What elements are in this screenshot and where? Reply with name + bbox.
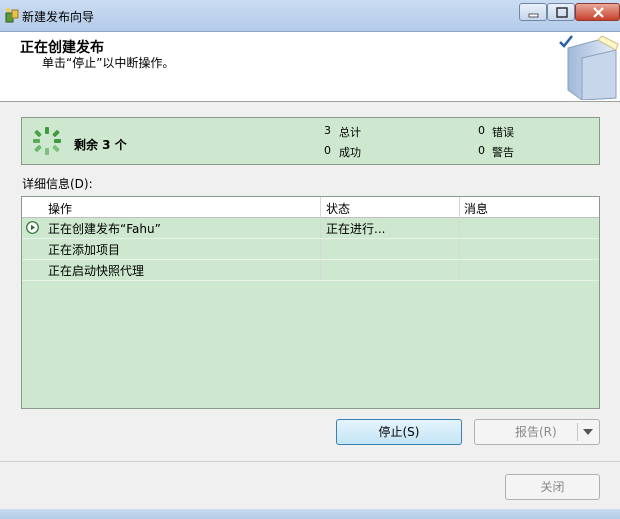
book-icon: [559, 35, 619, 100]
row-action: 正在启动快照代理: [48, 264, 145, 278]
footer-divider: [0, 461, 620, 462]
row-action: 正在创建发布“Fahu”: [48, 222, 161, 236]
total-count: 3: [324, 124, 331, 137]
report-button[interactable]: 报告(R): [474, 419, 600, 445]
window-title: 新建发布向导: [22, 10, 95, 24]
close-window-button[interactable]: [575, 3, 620, 21]
error-label: 错误: [492, 126, 514, 139]
page-subtitle: 单击“停止”以中断操作。: [42, 56, 175, 70]
report-button-label: 报告(R): [515, 425, 557, 439]
progress-summary: 剩余 3 个 3 总计 0 成功 0 错误 0 警告: [21, 117, 600, 165]
wizard-header: 正在创建发布 单击“停止”以中断操作。: [0, 32, 620, 102]
wizard-icon: [5, 8, 19, 23]
dropdown-arrow-icon: [583, 429, 593, 435]
success-label: 成功: [339, 146, 361, 159]
warning-count: 0: [478, 144, 485, 157]
column-header-message[interactable]: 消息: [464, 200, 488, 217]
maximize-button[interactable]: [547, 3, 575, 21]
remaining-count: 剩余 3 个: [74, 138, 127, 152]
table-row[interactable]: 正在启动快照代理: [22, 259, 599, 281]
error-count: 0: [478, 124, 485, 137]
table-row[interactable]: 正在添加项目: [22, 238, 599, 260]
details-table[interactable]: 操作 状态 消息 正在创建发布“Fahu” 正在进行... 正在添加项目 正在启…: [21, 196, 600, 409]
table-row[interactable]: 正在创建发布“Fahu” 正在进行...: [22, 217, 599, 239]
stop-button[interactable]: 停止(S): [336, 419, 462, 445]
minimize-button[interactable]: [519, 3, 547, 21]
total-label: 总计: [339, 126, 361, 139]
minimize-icon: [528, 13, 539, 18]
split-divider: [577, 423, 578, 441]
row-status: 正在进行...: [326, 222, 386, 236]
row-action: 正在添加项目: [48, 243, 121, 257]
column-header-action[interactable]: 操作: [48, 200, 72, 217]
table-header: 操作 状态 消息: [22, 197, 599, 218]
play-icon: [26, 221, 39, 234]
warning-label: 警告: [492, 146, 514, 159]
close-button[interactable]: 关闭: [505, 474, 600, 500]
details-label: 详细信息(D):: [22, 177, 93, 191]
close-icon: [593, 7, 604, 18]
title-bar: 新建发布向导: [0, 0, 620, 32]
success-count: 0: [324, 144, 331, 157]
progress-spinner-icon: [33, 127, 61, 155]
window-bottom-edge: [0, 509, 620, 519]
maximize-icon: [556, 7, 568, 18]
column-header-status[interactable]: 状态: [326, 200, 350, 217]
